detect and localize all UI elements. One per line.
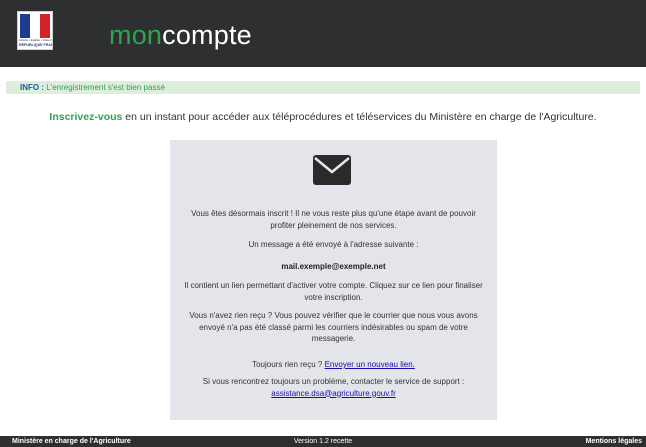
confirmation-panel: Vous êtes désormais inscrit ! Il ne vous… — [170, 140, 497, 420]
logo-motto: Liberté • Égalité • Fraternité — [19, 39, 53, 42]
resend-link[interactable]: Envoyer un nouveau lien. — [325, 360, 415, 369]
app-brand[interactable]: moncompte — [109, 20, 252, 50]
info-label: INFO : — [20, 83, 44, 92]
support-prefix: Si vous rencontrez toujours un problème,… — [202, 377, 465, 386]
site-footer: Ministère en charge de l'Agriculture Ver… — [0, 436, 646, 447]
support-email-link[interactable]: assistance.dsa@agriculture.gouv.fr — [271, 389, 395, 398]
marianne-flag-icon — [20, 14, 50, 38]
spam-check-text: Vous n'avez rien reçu ? Vous pouvez véri… — [189, 311, 478, 343]
activation-link-text: Il contient un lien permettant d'activer… — [184, 281, 483, 302]
logo-country: RÉPUBLIQUE FRANÇAISE — [19, 43, 53, 47]
registration-success-text: Vous êtes désormais inscrit ! Il ne vous… — [191, 209, 476, 230]
intro-text: Inscrivez-vous en un instant pour accéde… — [0, 110, 646, 124]
site-header: Liberté • Égalité • Fraternité RÉPUBLIQU… — [0, 0, 646, 67]
brand-mon: mon — [109, 20, 163, 50]
resend-prefix: Toujours rien reçu ? — [252, 360, 325, 369]
email-address: mail.exemple@exemple.net — [281, 262, 386, 271]
brand-compte: compte — [162, 20, 252, 50]
footer-legal-link[interactable]: Mentions légales — [586, 436, 642, 447]
envelope-icon — [313, 155, 351, 185]
intro-rest: en un instant pour accéder aux téléprocé… — [122, 111, 597, 123]
footer-version: Version 1.2 recette — [293, 438, 353, 445]
message-sent-text: Un message a été envoyé à l'adresse suiv… — [248, 240, 419, 249]
info-banner: INFO : L'enregistrement s'est bien passé — [6, 81, 640, 94]
republique-francaise-logo[interactable]: Liberté • Égalité • Fraternité RÉPUBLIQU… — [17, 11, 53, 50]
support-line: Si vous rencontrez toujours un problème,… — [184, 376, 483, 399]
resend-line: Toujours rien reçu ? Envoyer un nouveau … — [184, 359, 483, 371]
intro-strong: Inscrivez-vous — [49, 111, 123, 123]
info-message: L'enregistrement s'est bien passé — [44, 83, 165, 92]
